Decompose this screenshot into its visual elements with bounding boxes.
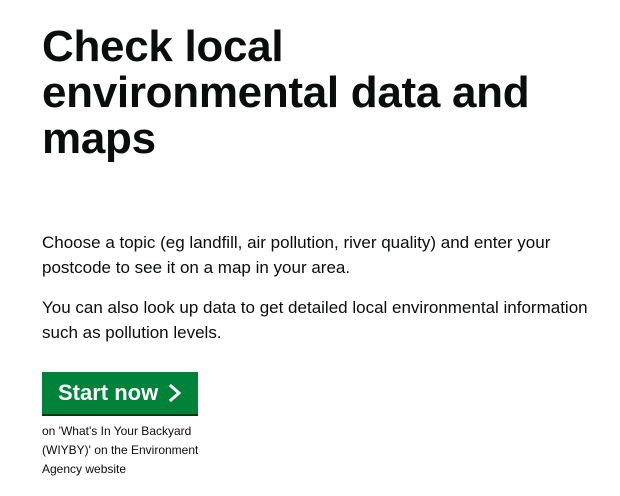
page-container: Check local environmental data and maps … <box>0 0 620 496</box>
page-title: Check local environmental data and maps <box>42 22 530 163</box>
data-paragraph: You can also look up data to get detaile… <box>42 298 588 342</box>
chevron-right-icon <box>169 384 182 402</box>
start-now-label: Start now <box>58 380 159 405</box>
start-now-button[interactable]: Start now <box>42 372 199 414</box>
start-button-note: on 'What's In Your Backyard (WIYBY)' on … <box>42 424 199 476</box>
intro-paragraph: Choose a topic (eg landfill, air polluti… <box>42 233 551 277</box>
